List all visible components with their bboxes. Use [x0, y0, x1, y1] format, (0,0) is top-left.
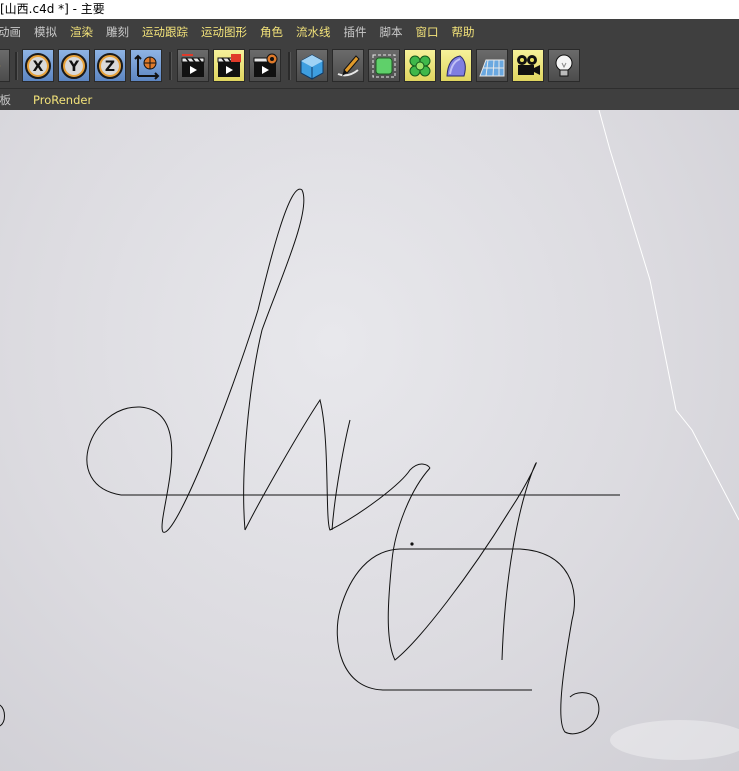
menu-simulate[interactable]: 模拟 — [34, 24, 57, 40]
arrow-icon — [0, 65, 1, 66]
y-axis-lock-button[interactable]: Y — [58, 49, 90, 82]
coordinate-system-button[interactable] — [130, 49, 162, 82]
floor-icon — [479, 59, 505, 76]
floor-button[interactable] — [476, 49, 508, 82]
floor-edge-line — [598, 110, 739, 521]
render-view-button[interactable] — [177, 49, 209, 82]
cube-icon — [300, 53, 324, 80]
signature-spline[interactable] — [0, 188, 620, 735]
subdivision-icon — [372, 54, 396, 77]
highlight-blob — [610, 720, 739, 760]
menu-character[interactable]: 角色 — [260, 24, 283, 40]
spline-segment-descender — [387, 462, 537, 661]
deformer-icon — [446, 54, 466, 76]
window-title-bar: [山西.c4d *] - 主要 — [0, 0, 739, 19]
menu-sculpt[interactable]: 雕刻 — [106, 24, 129, 40]
pen-spline-button[interactable] — [332, 49, 364, 82]
window-title: [山西.c4d *] - 主要 — [0, 2, 105, 16]
render-settings-button[interactable] — [249, 49, 281, 82]
partial-tool-button[interactable] — [0, 49, 10, 82]
x-axis-lock-button[interactable]: X — [22, 49, 54, 82]
y-axis-label: Y — [68, 59, 80, 75]
add-cube-button[interactable] — [296, 49, 328, 82]
sub-toolbar: 面板 ProRender — [0, 88, 739, 111]
deformer-button[interactable] — [440, 49, 472, 82]
menu-plugins[interactable]: 插件 — [344, 24, 367, 40]
spline-segment-ascender — [243, 188, 305, 531]
menu-bar: 动画 模拟 渲染 雕刻 运动跟踪 运动图形 角色 流水线 插件 脚本 窗口 帮助 — [0, 19, 739, 44]
menu-help[interactable]: 帮助 — [452, 24, 475, 40]
render-picture-viewer-button[interactable] — [213, 49, 245, 82]
x-axis-label: X — [33, 59, 44, 75]
light-icon — [555, 54, 573, 76]
render-view-icon — [181, 53, 205, 77]
panel-menu[interactable]: 面板 — [0, 89, 11, 111]
toolbar-separator — [15, 52, 18, 80]
menu-animation[interactable]: 动画 — [0, 24, 21, 40]
spline-segment-edge-arc — [0, 704, 5, 727]
toolbar-separator — [288, 52, 291, 80]
render-picture-viewer-icon — [217, 53, 241, 77]
menu-pipeline[interactable]: 流水线 — [296, 24, 331, 40]
world-axis-icon — [134, 54, 160, 80]
z-axis-label: Z — [105, 59, 115, 75]
menu-script[interactable]: 脚本 — [380, 24, 403, 40]
spline-segment-loop — [86, 309, 259, 533]
toolbar-separator — [169, 52, 172, 80]
menu-render[interactable]: 渲染 — [70, 24, 93, 40]
menu-mograph[interactable]: 运动图形 — [201, 24, 247, 40]
camera-icon — [517, 54, 540, 75]
camera-button[interactable] — [512, 49, 544, 82]
prorender-menu[interactable]: ProRender — [33, 89, 92, 111]
pen-spline-icon — [337, 54, 360, 76]
main-toolbar: X Y Z — [0, 44, 739, 88]
spline-segment-bottom-loop — [336, 548, 600, 735]
render-settings-icon — [253, 53, 278, 77]
menu-window[interactable]: 窗口 — [416, 24, 439, 40]
menu-motion-tracking[interactable]: 运动跟踪 — [142, 24, 188, 40]
viewport-canvas[interactable] — [0, 110, 739, 771]
spline-point[interactable] — [410, 542, 414, 546]
spline-segment-middle — [244, 398, 431, 531]
subdivision-surface-button[interactable] — [368, 49, 400, 82]
z-axis-icon: Z — [97, 52, 123, 79]
cloner-icon — [409, 55, 431, 76]
cloner-button[interactable] — [404, 49, 436, 82]
x-axis-icon: X — [25, 52, 51, 79]
y-axis-icon: Y — [61, 52, 87, 79]
light-button[interactable] — [548, 49, 580, 82]
z-axis-lock-button[interactable]: Z — [94, 49, 126, 82]
editor-viewport[interactable] — [0, 110, 739, 771]
spline-segment-middle-right — [331, 419, 351, 531]
